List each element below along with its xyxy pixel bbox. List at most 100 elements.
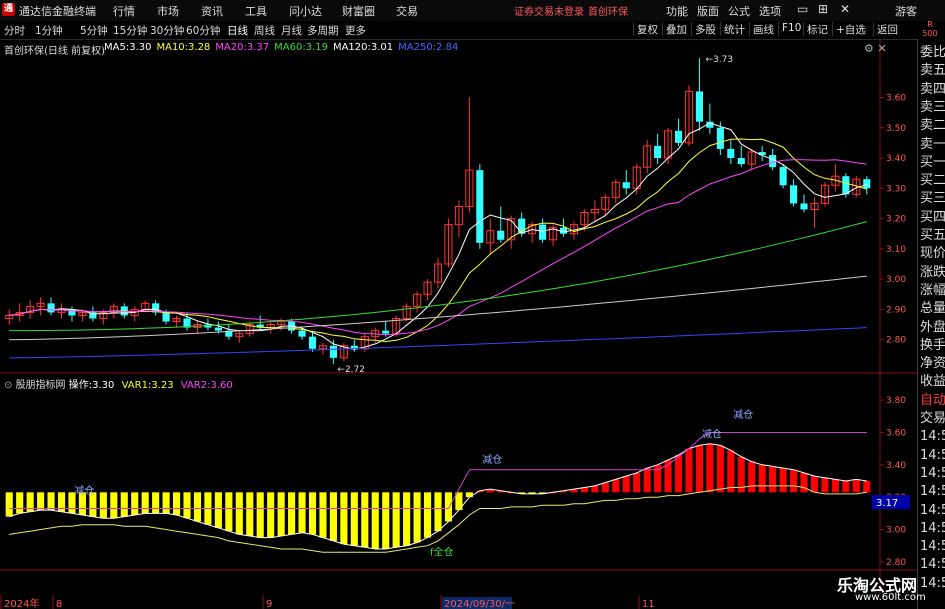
indicator-bar [225, 492, 233, 532]
indicator-bar [298, 492, 306, 533]
side-panel-item[interactable]: 卖四 [920, 82, 945, 98]
indicator-bar [444, 492, 453, 522]
candle-body [727, 148, 735, 159]
side-panel-item[interactable]: 委比 [920, 45, 945, 61]
indicator-bar [110, 492, 118, 519]
candle-body [674, 130, 683, 143]
indicator-bar [193, 492, 202, 522]
indicator-bar [769, 466, 777, 493]
side-panel-item[interactable]: 总量 [920, 301, 945, 317]
candle-body [329, 345, 337, 358]
indicator-bar [695, 445, 704, 493]
side-panel-item[interactable]: 买一 [920, 155, 945, 171]
ind-y-tick-label: 2.80 [886, 558, 906, 568]
y-tick-label: 3.20 [886, 215, 906, 225]
indicator-bar [622, 476, 630, 493]
indicator-title: 股朋指标网 [15, 380, 66, 391]
indicator-bar [716, 445, 724, 493]
indicator-bar [172, 492, 181, 515]
candle-body [716, 127, 724, 149]
indicator-bar [601, 482, 609, 493]
candle-body [298, 330, 306, 337]
kline-chart[interactable]: 减仓减仓减仓减仓f全仓 3.603.503.403.303.203.103.00… [0, 0, 945, 609]
indicator-bar [863, 481, 871, 493]
side-panel-item[interactable]: 14:56 [920, 448, 945, 464]
var1-value: 3.23 [151, 380, 174, 391]
indicator-bar [685, 448, 693, 493]
ma-legend-item: MA5:3.30 [104, 42, 152, 53]
side-panel-item[interactable]: 自动 [920, 393, 945, 409]
side-panel-item[interactable]: 14:56 [920, 521, 945, 537]
y-tick-label: 3.10 [886, 245, 906, 255]
indicator-bar [643, 468, 651, 493]
candle-body [214, 327, 222, 331]
y-tick-label: 3.60 [886, 93, 906, 103]
y-tick-label: 3.40 [886, 154, 906, 164]
candle-body [790, 185, 798, 204]
side-panel-item[interactable]: 外盘 [920, 320, 945, 336]
indicator-bar [162, 492, 170, 514]
watermark: 乐淘公式网 www.60lt.com [825, 572, 945, 609]
candle-body [800, 203, 808, 210]
y-tick-label: 3.00 [886, 275, 906, 285]
side-panel-item[interactable]: 买五 [920, 228, 945, 244]
current-value-label: 3.17 [876, 498, 898, 509]
candle-body [695, 91, 704, 122]
ma-legend-item: MA250:2.84 [398, 42, 459, 53]
side-panel-header: R 500 [922, 20, 938, 38]
side-panel-item[interactable]: 卖一 [920, 137, 945, 153]
candle-body [842, 176, 850, 195]
side-panel-item[interactable]: 买二 [920, 173, 945, 189]
indicator-bar [674, 455, 683, 493]
side-panel-item[interactable]: 14:56 [920, 503, 945, 519]
indicator-bar [371, 492, 379, 549]
y-tick-label: 3.30 [886, 184, 906, 194]
chart-title: 首创环保(日线 前复权) [4, 46, 105, 57]
side-panel-item[interactable]: 14:56 [920, 557, 945, 573]
indicator-bar [706, 443, 714, 493]
reduce-position-label: 减仓 [702, 427, 722, 440]
side-panel-item[interactable]: 14:56 [920, 539, 945, 555]
side-panel-item[interactable]: 卖三 [920, 100, 945, 116]
side-panel-item[interactable]: 卖二 [920, 118, 945, 134]
side-panel-item[interactable]: 涨跌 [920, 265, 945, 281]
candle-body [622, 182, 630, 189]
indicator-bar [256, 492, 264, 538]
side-panel-item[interactable]: 14:56 [920, 484, 945, 500]
indicator-bar [612, 479, 620, 493]
indicator-bar [790, 469, 798, 493]
side-panel-item[interactable]: 交易 [920, 411, 945, 427]
indicator-bar [633, 472, 641, 493]
side-panel-item[interactable]: 净资 [920, 356, 945, 372]
indicator-bar [727, 450, 735, 493]
indicator-bar [183, 492, 191, 519]
indicator-bar [131, 492, 139, 515]
indicator-bar [340, 492, 348, 545]
y-tick-label: 3.50 [886, 124, 906, 134]
side-panel-item[interactable]: 买四 [920, 210, 945, 226]
candle-body [47, 303, 55, 313]
quote-side-panel: R 500 委比卖五卖四卖三卖二卖一买一买二买三买四买五现价涨跌涨幅总量外盘换手净资… [917, 20, 945, 609]
indicator-bar [152, 492, 160, 514]
chart-settings-icon[interactable]: ⚙ ✕ [864, 42, 887, 55]
side-panel-item[interactable]: 买三 [920, 191, 945, 207]
side-panel-item[interactable]: 14:56 [920, 429, 945, 445]
ind-y-tick-label: 3.40 [886, 461, 906, 471]
side-panel-item[interactable]: 换手 [920, 338, 945, 354]
ma-legend-item: MA120:3.01 [332, 42, 394, 53]
var1-label: VAR1: [121, 380, 152, 391]
side-panel-item[interactable]: 现价 [920, 246, 945, 262]
ma-legend: MA5:3.30 MA10:3.28 MA20:3.37 MA60:3.19 MA120… [104, 42, 463, 53]
indicator-bar [288, 492, 296, 535]
indicator-bar [267, 492, 275, 538]
indicator-bar [403, 492, 411, 546]
reduce-position-label: 减仓 [482, 453, 502, 466]
side-panel-item[interactable]: 卖五 [920, 63, 945, 79]
indicator-bar [235, 492, 243, 535]
indicator-bar [214, 492, 222, 528]
indicator-bar [141, 492, 149, 514]
side-panel-item[interactable]: 涨幅 [920, 283, 945, 299]
side-panel-item[interactable]: 14:56 [920, 466, 945, 482]
side-panel-item[interactable]: 收益 [920, 374, 945, 390]
ma-legend-item: MA10:3.28 [156, 42, 211, 53]
